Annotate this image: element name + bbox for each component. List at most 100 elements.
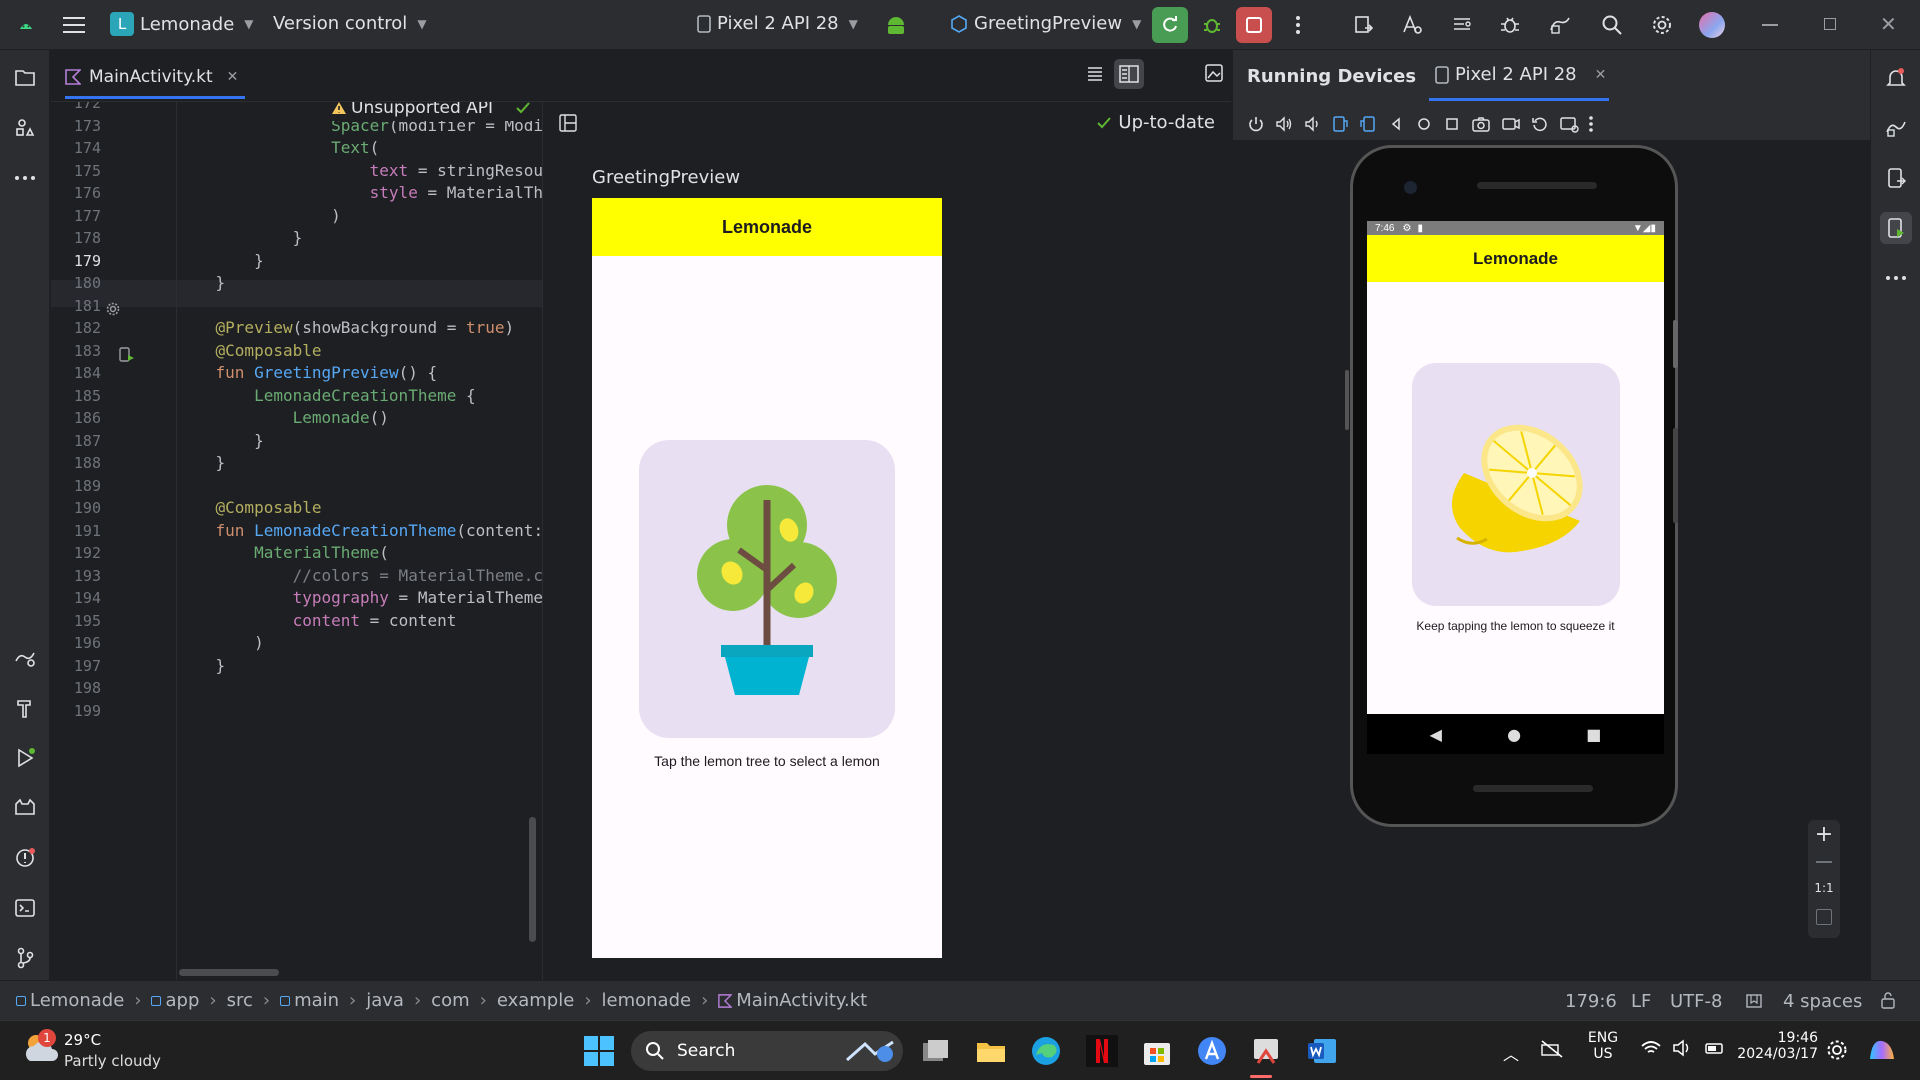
device-explorer-icon[interactable] xyxy=(1880,162,1912,194)
volume-rocker[interactable] xyxy=(1673,428,1678,523)
code-line[interactable]: } xyxy=(177,431,264,450)
preview-frame[interactable]: Lemonade Tap the lemon tree to select a … xyxy=(592,198,942,958)
logcat-icon[interactable] xyxy=(9,792,41,824)
zoom-out-icon[interactable] xyxy=(1816,861,1832,863)
restore-button[interactable] xyxy=(1824,18,1836,30)
vertical-scrollbar[interactable] xyxy=(529,817,536,942)
apply-changes-button[interactable] xyxy=(1152,7,1188,43)
weather-widget[interactable]: 1 xyxy=(22,1029,60,1067)
code-line[interactable]: } xyxy=(177,228,303,247)
focus-assist-icon[interactable] xyxy=(1826,1039,1848,1061)
zoom-in-icon[interactable]: + xyxy=(1808,822,1840,847)
lock-icon[interactable] xyxy=(1880,991,1896,1009)
android-studio-icon[interactable] xyxy=(8,7,44,43)
git-branch-icon[interactable] xyxy=(9,942,41,974)
file-explorer-icon[interactable] xyxy=(975,1035,1007,1067)
code-line[interactable]: @Composable xyxy=(177,341,322,360)
project-folder-icon[interactable] xyxy=(9,62,41,94)
code-line[interactable]: style = MaterialTheme xyxy=(177,183,542,202)
back-icon[interactable] xyxy=(1387,115,1405,133)
code-line[interactable]: Text( xyxy=(177,138,379,157)
translate-icon[interactable] xyxy=(1394,7,1430,43)
breadcrumb-item[interactable]: MainActivity.kt xyxy=(718,990,867,1011)
code-line[interactable]: text = stringResource xyxy=(177,161,542,180)
code-line[interactable]: ) xyxy=(177,206,341,225)
netflix-icon[interactable] xyxy=(1086,1035,1118,1067)
lemon-tree-button[interactable] xyxy=(639,440,895,738)
nav-overview-icon[interactable]: ■ xyxy=(1586,725,1601,744)
windows-start-icon[interactable] xyxy=(583,1035,615,1067)
extended-controls-icon[interactable] xyxy=(1559,115,1579,133)
debug-button[interactable] xyxy=(1194,7,1230,43)
code-editor[interactable]: 172 }173 Spacer(modifier = Modifier174 T… xyxy=(51,102,542,980)
taskbar-search-box[interactable]: Search xyxy=(631,1031,903,1071)
code-line[interactable]: @Composable xyxy=(177,498,322,517)
android-logo-icon[interactable] xyxy=(878,7,914,43)
close-tab-icon[interactable]: ✕ xyxy=(1595,67,1607,83)
file-encoding[interactable]: UTF-8 xyxy=(1670,991,1722,1012)
breadcrumb-item[interactable]: lemonade xyxy=(602,990,692,1011)
terminal-icon[interactable] xyxy=(9,892,41,924)
nav-back-icon[interactable]: ◀ xyxy=(1430,725,1442,744)
sync-gradle-icon[interactable] xyxy=(1346,7,1382,43)
breadcrumb-item[interactable]: example xyxy=(497,990,574,1011)
code-line[interactable]: LemonadeCreationTheme { xyxy=(177,386,476,405)
system-tray[interactable] xyxy=(1640,1039,1726,1057)
project-selector[interactable]: L Lemonade ▼ xyxy=(110,12,254,36)
breadcrumb-item[interactable]: Lemonade xyxy=(16,990,124,1011)
more-actions-icon[interactable] xyxy=(1280,7,1316,43)
run-preview-gutter-icon[interactable] xyxy=(119,347,135,363)
close-window-icon[interactable]: ✕ xyxy=(1880,12,1897,36)
breadcrumb-item[interactable]: src xyxy=(227,990,253,1011)
code-line[interactable]: ) xyxy=(177,633,264,652)
breadcrumb-item[interactable]: app xyxy=(151,990,199,1011)
word-icon[interactable] xyxy=(1306,1035,1338,1067)
rotate-right-icon[interactable] xyxy=(1359,115,1377,133)
indent-setting[interactable]: 4 spaces xyxy=(1783,991,1862,1012)
close-tab-icon[interactable]: ✕ xyxy=(227,69,239,85)
overview-icon[interactable] xyxy=(1443,115,1461,133)
code-line[interactable]: } xyxy=(177,273,226,292)
code-line[interactable]: @Preview(showBackground = true) xyxy=(177,318,515,337)
code-line[interactable]: } xyxy=(177,102,341,112)
android-studio-taskbar-icon[interactable] xyxy=(1196,1035,1228,1067)
settings-gear-icon[interactable] xyxy=(1644,7,1680,43)
screenshot-camera-icon[interactable] xyxy=(1471,115,1491,133)
resource-manager-icon[interactable] xyxy=(9,112,41,144)
copilot-icon[interactable] xyxy=(1866,1035,1898,1065)
code-line[interactable]: fun GreetingPreview() { xyxy=(177,363,438,382)
clock[interactable]: 19:46 2024/03/17 xyxy=(1730,1030,1818,1062)
problems-icon[interactable] xyxy=(9,842,41,874)
layout-inspector-icon[interactable] xyxy=(1444,7,1480,43)
network-disabled-icon[interactable] xyxy=(1540,1039,1564,1059)
code-line[interactable]: //colors = MaterialTheme.colo xyxy=(177,566,542,585)
line-separator[interactable]: LF xyxy=(1631,991,1651,1012)
screen-record-icon[interactable] xyxy=(1501,115,1521,133)
code-line[interactable]: } xyxy=(177,453,226,472)
horizontal-scrollbar[interactable] xyxy=(179,969,279,976)
zoom-fit-icon[interactable] xyxy=(1816,909,1832,925)
breadcrumb-item[interactable]: main xyxy=(280,990,339,1011)
tab-pixel-device[interactable]: Pixel 2 API 28 ✕ xyxy=(1435,64,1606,85)
zoom-reset-button[interactable]: 1:1 xyxy=(1808,881,1840,895)
app-inspection-icon[interactable] xyxy=(1492,7,1528,43)
avatar[interactable] xyxy=(1694,7,1730,43)
lemon-squeeze-button[interactable] xyxy=(1412,363,1620,606)
inspection-widget[interactable]: Unsupported API xyxy=(327,102,536,121)
breadcrumb-item[interactable]: com xyxy=(431,990,469,1011)
split-view-icon[interactable] xyxy=(1114,59,1144,89)
build-hammer-icon[interactable] xyxy=(9,692,41,724)
running-devices-icon[interactable] xyxy=(1880,212,1912,244)
more-tools-icon[interactable] xyxy=(1880,262,1912,294)
stop-button[interactable] xyxy=(1236,7,1272,43)
device-selector[interactable]: Pixel 2 API 28 ▼ xyxy=(697,13,858,34)
device-screen[interactable]: 7:46 ⚙ ▮ ▼◢▮ Lemonade Keep tapping the l… xyxy=(1367,221,1664,714)
snipping-tool-icon[interactable] xyxy=(1250,1035,1282,1067)
code-view-icon[interactable] xyxy=(1085,64,1105,84)
gemini-assistant-icon[interactable] xyxy=(1880,112,1912,144)
device-manager-icon[interactable] xyxy=(1542,7,1578,43)
power-icon[interactable] xyxy=(1247,115,1265,133)
code-line[interactable]: Lemonade() xyxy=(177,408,389,427)
code-line[interactable]: MaterialTheme( xyxy=(177,543,389,562)
readonly-toggle-icon[interactable] xyxy=(1745,993,1763,1009)
